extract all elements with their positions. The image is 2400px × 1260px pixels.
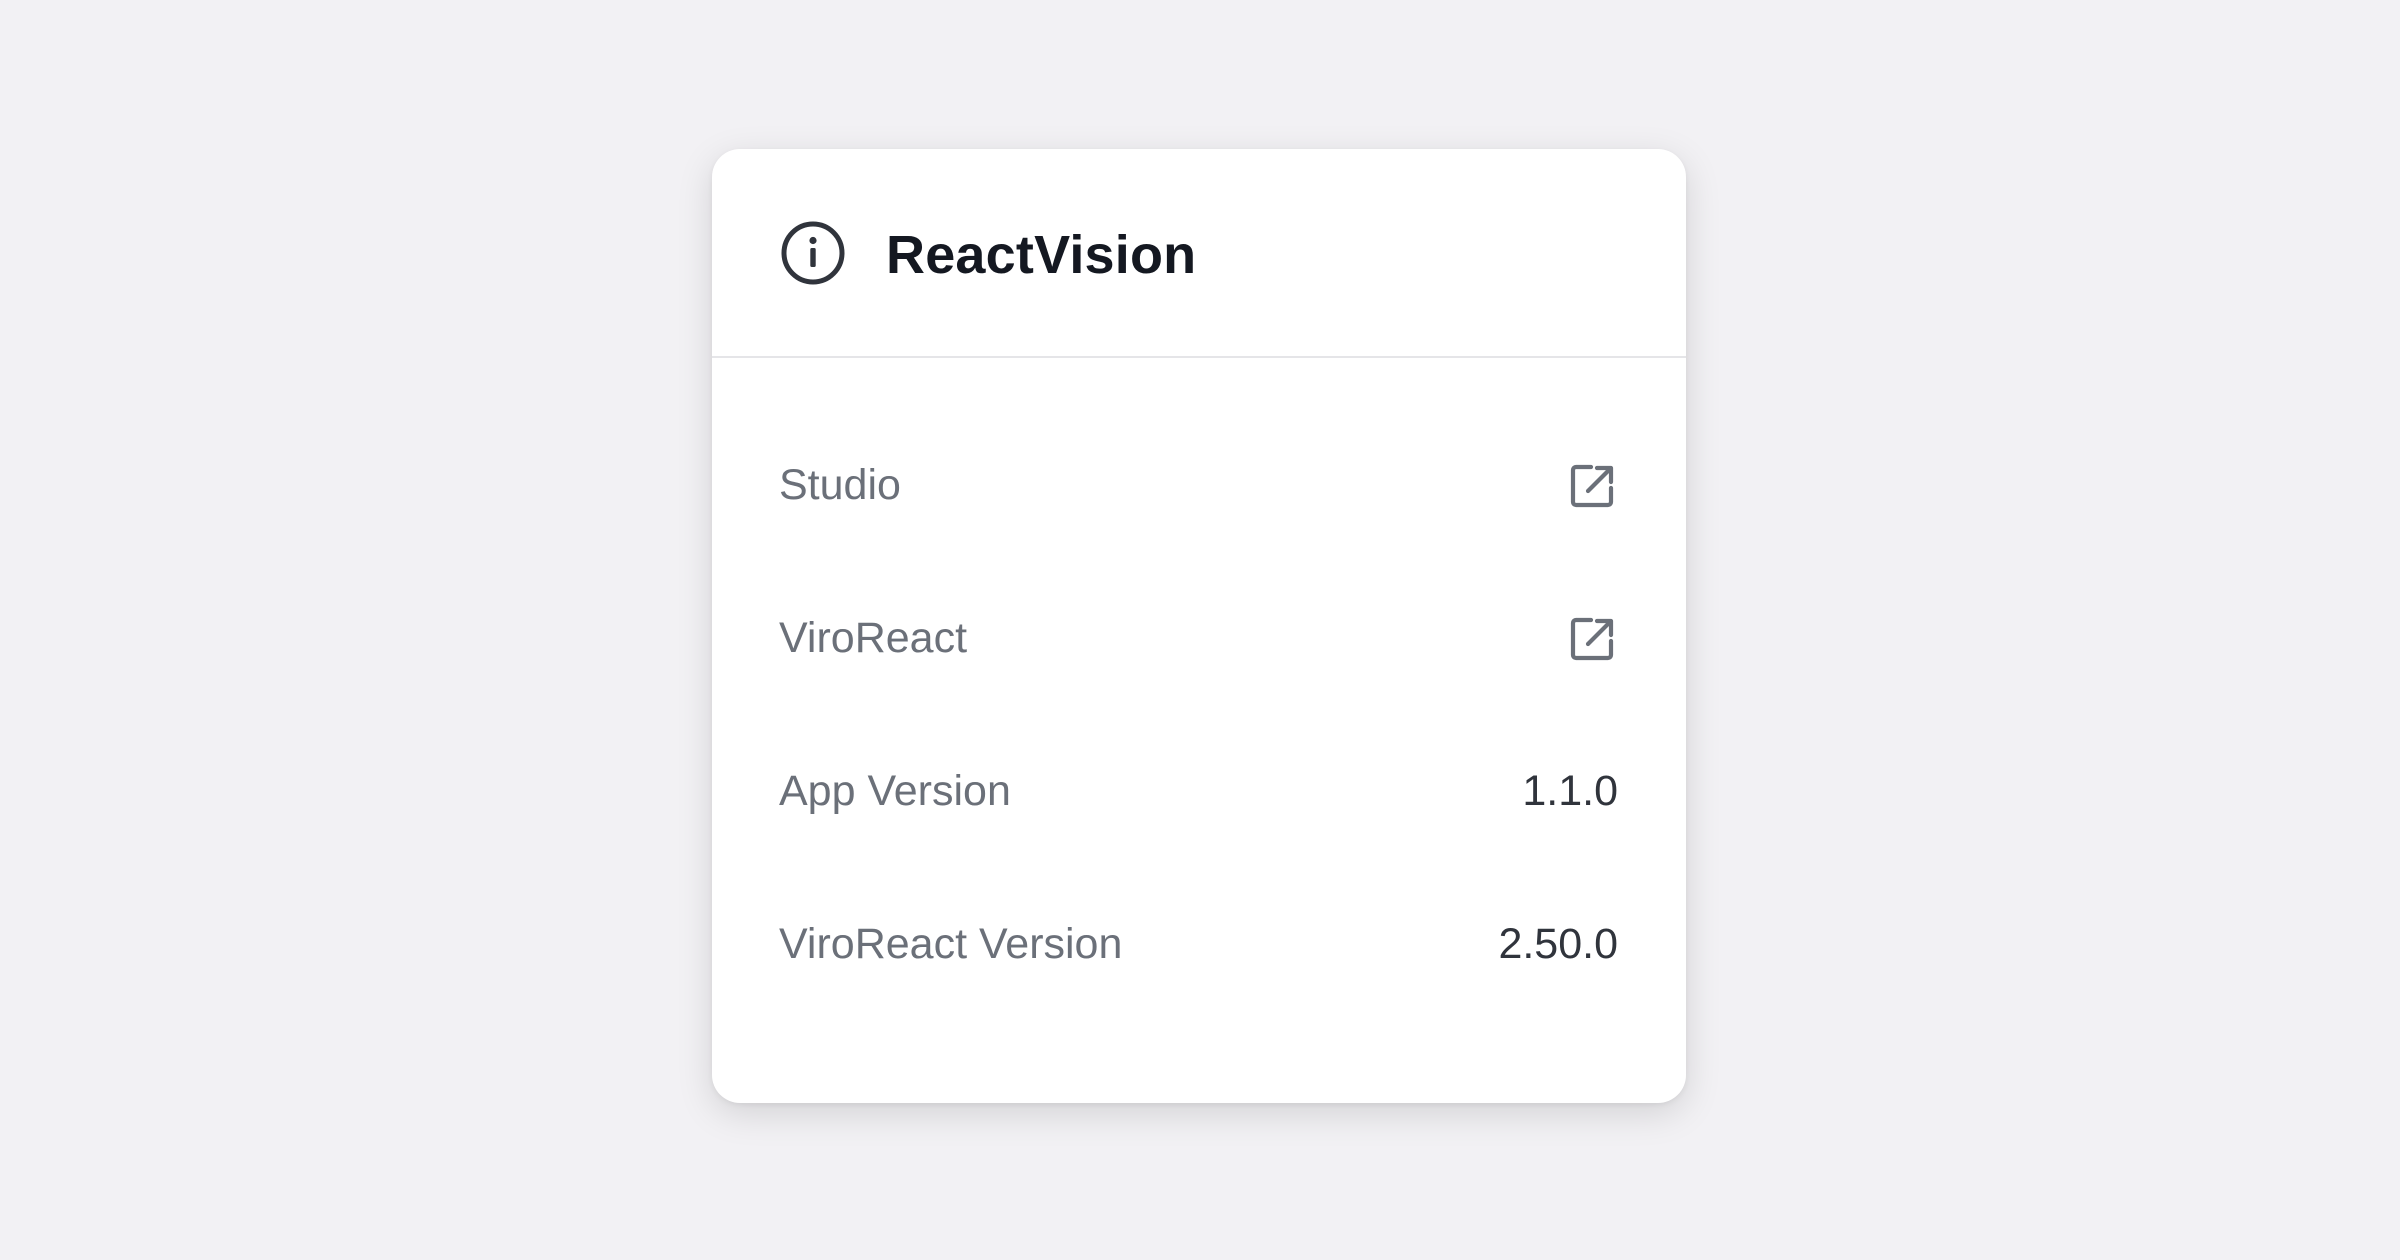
studio-link-row[interactable]: Studio [712, 409, 1686, 562]
info-circle-icon [780, 220, 846, 286]
viroreact-version-value: 2.50.0 [1498, 920, 1618, 968]
viroreact-version-row: ViroReact Version 2.50.0 [712, 868, 1686, 1021]
app-version-value: 1.1.0 [1522, 767, 1618, 815]
studio-label: Studio [779, 461, 901, 509]
app-version-label: App Version [779, 767, 1011, 815]
viroreact-version-label: ViroReact Version [779, 920, 1123, 968]
viroreact-link-row[interactable]: ViroReact [712, 562, 1686, 715]
card-title: ReactVision [886, 224, 1197, 285]
about-card: ReactVision Studio ViroReact App Version… [712, 149, 1686, 1103]
app-version-row: App Version 1.1.0 [712, 715, 1686, 868]
card-header: ReactVision [712, 149, 1686, 358]
viroreact-label: ViroReact [779, 614, 968, 662]
external-link-icon[interactable] [1568, 461, 1618, 511]
card-body: Studio ViroReact App Version 1.1.0 ViroR… [712, 358, 1686, 1021]
external-link-icon[interactable] [1568, 614, 1618, 664]
